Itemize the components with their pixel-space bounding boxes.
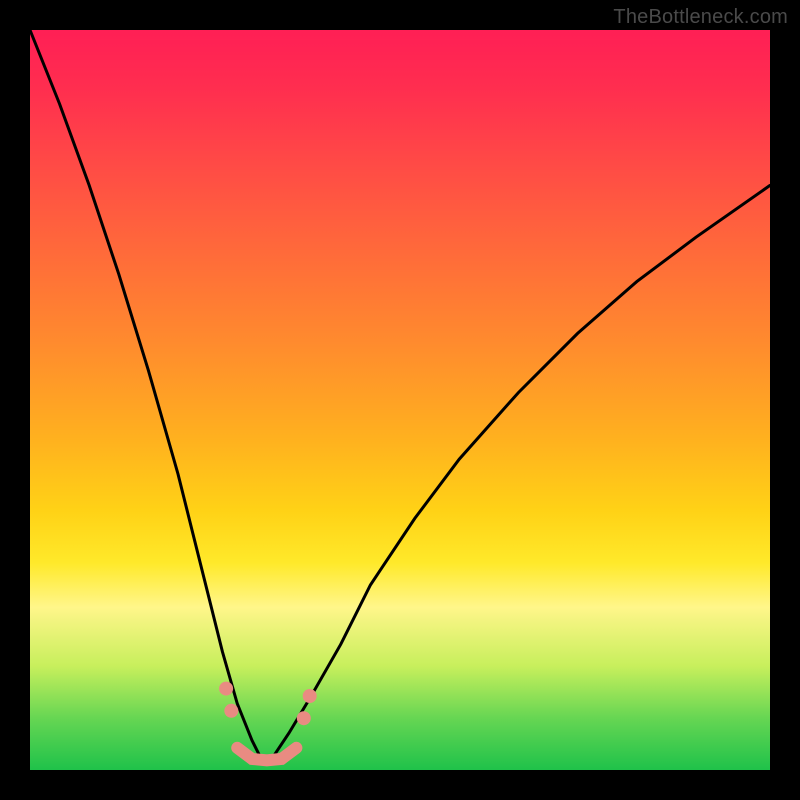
dot-left-lower xyxy=(224,704,238,718)
dot-right-lower xyxy=(297,711,311,725)
curve-layer xyxy=(30,30,770,770)
basin-highlight xyxy=(237,748,296,761)
plot-area xyxy=(30,30,770,770)
chart-stage: TheBottleneck.com xyxy=(0,0,800,800)
left-curve xyxy=(30,30,259,755)
dot-left-upper xyxy=(219,682,233,696)
right-curve xyxy=(274,185,770,755)
watermark-text: TheBottleneck.com xyxy=(613,6,788,29)
dot-right-upper xyxy=(303,689,317,703)
